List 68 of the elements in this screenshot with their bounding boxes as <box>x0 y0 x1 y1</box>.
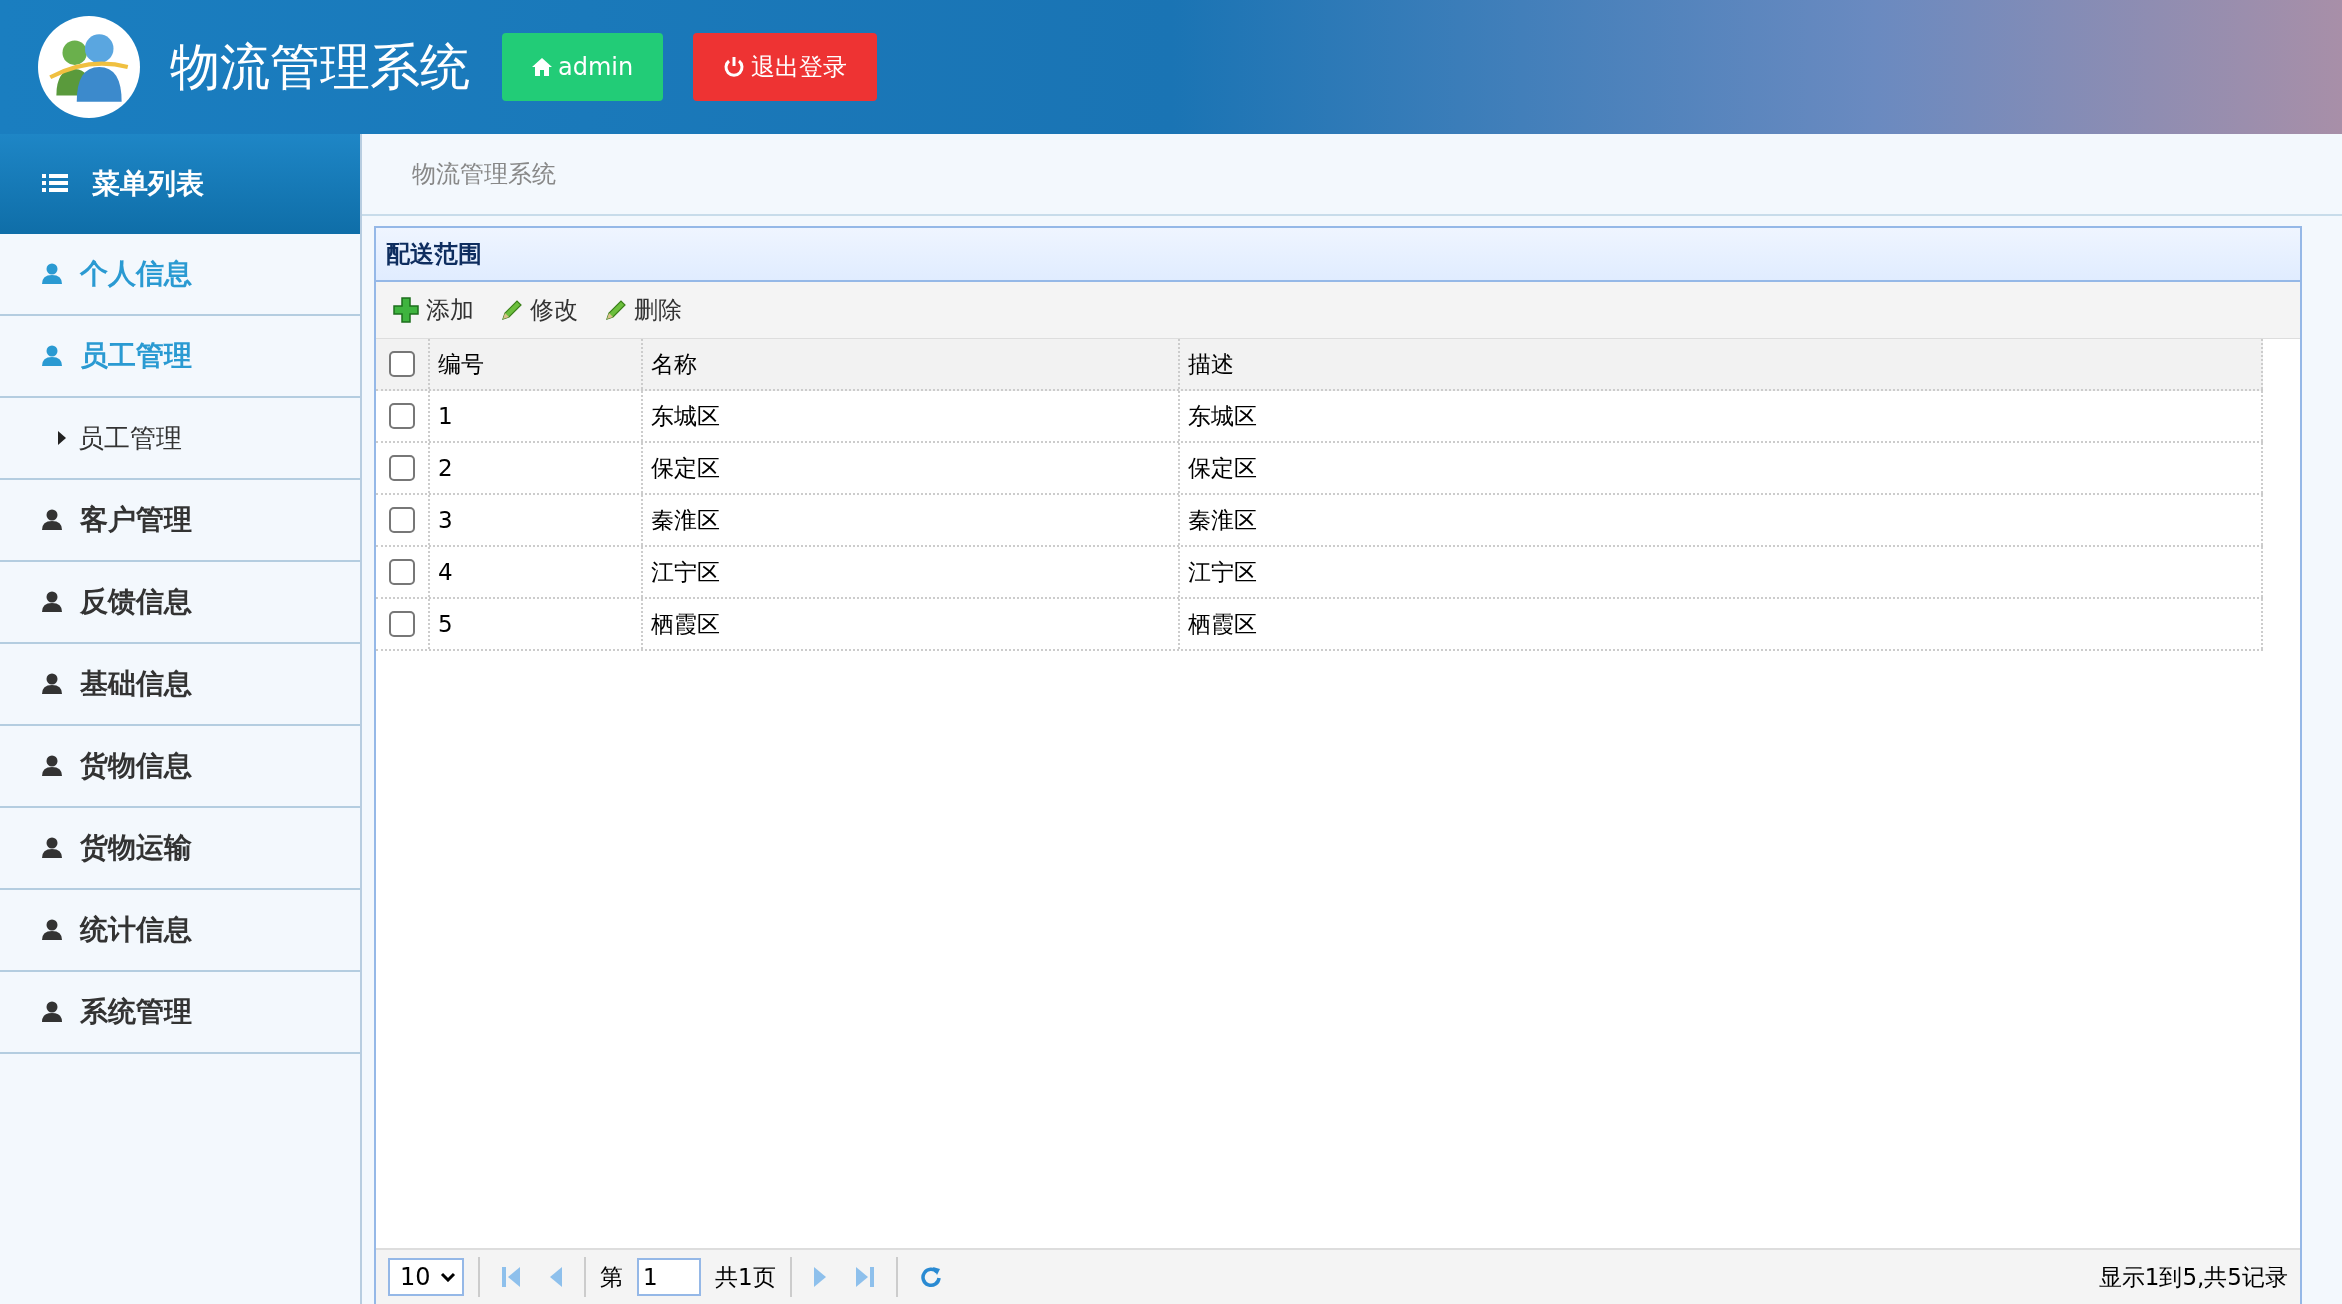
table-cell: 江宁区 <box>1180 547 2263 597</box>
menu-item[interactable]: 货物信息 <box>0 726 360 808</box>
checkbox[interactable] <box>389 455 415 481</box>
power-icon <box>723 56 746 78</box>
table-cell: 秦淮区 <box>643 495 1180 545</box>
refresh-icon <box>919 1266 942 1288</box>
user-icon <box>42 1001 62 1023</box>
page-label: 第 <box>600 1262 623 1292</box>
menu-item[interactable]: 反馈信息 <box>0 562 360 644</box>
user-icon <box>42 591 62 613</box>
user-icon <box>42 263 62 285</box>
panel-title: 配送范围 <box>386 239 482 270</box>
pencil-icon <box>604 298 628 322</box>
record-summary: 显示1到5,共5记录 <box>2098 1262 2288 1292</box>
table-cell: 秦淮区 <box>1180 495 2263 545</box>
user-icon <box>42 837 62 859</box>
page-size-select[interactable]: 10 <box>388 1258 464 1296</box>
caret-icon <box>58 431 66 445</box>
toolbar-button[interactable]: 修改 <box>496 290 582 330</box>
table-cell: 3 <box>430 495 643 545</box>
submenu-item[interactable]: 员工管理 <box>0 398 360 480</box>
menu-icon <box>42 174 68 194</box>
prev-icon <box>550 1267 562 1287</box>
menu-item[interactable]: 统计信息 <box>0 890 360 972</box>
table-cell: 2 <box>430 443 643 493</box>
table-cell: 5 <box>430 599 643 649</box>
menu-item[interactable]: 系统管理 <box>0 972 360 1054</box>
table-cell: 栖霞区 <box>1180 599 2263 649</box>
app-title: 物流管理系统 <box>170 36 470 98</box>
pencil-icon <box>500 298 524 322</box>
checkbox[interactable] <box>389 403 415 429</box>
toolbar-button[interactable]: 添加 <box>388 290 478 330</box>
menu-title: 菜单列表 <box>92 166 204 202</box>
table-cell: 江宁区 <box>643 547 1180 597</box>
total-pages: 共1页 <box>715 1262 776 1292</box>
table-cell: 保定区 <box>643 443 1180 493</box>
table-cell: 东城区 <box>643 391 1180 441</box>
home-icon <box>532 58 552 76</box>
user-icon <box>42 755 62 777</box>
first-page-icon <box>502 1267 520 1287</box>
checkbox[interactable] <box>389 507 415 533</box>
table-cell: 栖霞区 <box>643 599 1180 649</box>
table-cell: 1 <box>430 391 643 441</box>
menu-item[interactable]: 货物运输 <box>0 808 360 890</box>
column-header: 名称 <box>643 339 1180 389</box>
plus-icon <box>392 296 420 324</box>
menu-item[interactable]: 基础信息 <box>0 644 360 726</box>
user-icon <box>42 345 62 367</box>
checkbox[interactable] <box>389 611 415 637</box>
breadcrumb: 物流管理系统 <box>412 159 556 190</box>
toolbar-button[interactable]: 删除 <box>600 290 686 330</box>
logo-icon <box>38 16 140 118</box>
next-icon <box>813 1267 826 1287</box>
checkbox[interactable] <box>389 559 415 585</box>
table-cell: 4 <box>430 547 643 597</box>
logout-button[interactable]: 退出登录 <box>693 33 878 101</box>
column-header: 描述 <box>1180 339 2263 389</box>
menu-item[interactable]: 客户管理 <box>0 480 360 562</box>
user-icon <box>42 919 62 941</box>
last-page-icon <box>855 1267 874 1287</box>
user-icon <box>42 673 62 695</box>
table-cell: 东城区 <box>1180 391 2263 441</box>
column-header: 编号 <box>430 339 643 389</box>
checkbox[interactable] <box>389 351 415 377</box>
chevron-icon <box>440 1272 456 1282</box>
page-input[interactable]: 1 <box>637 1258 701 1296</box>
table-cell: 保定区 <box>1180 443 2263 493</box>
user-icon <box>42 509 62 531</box>
